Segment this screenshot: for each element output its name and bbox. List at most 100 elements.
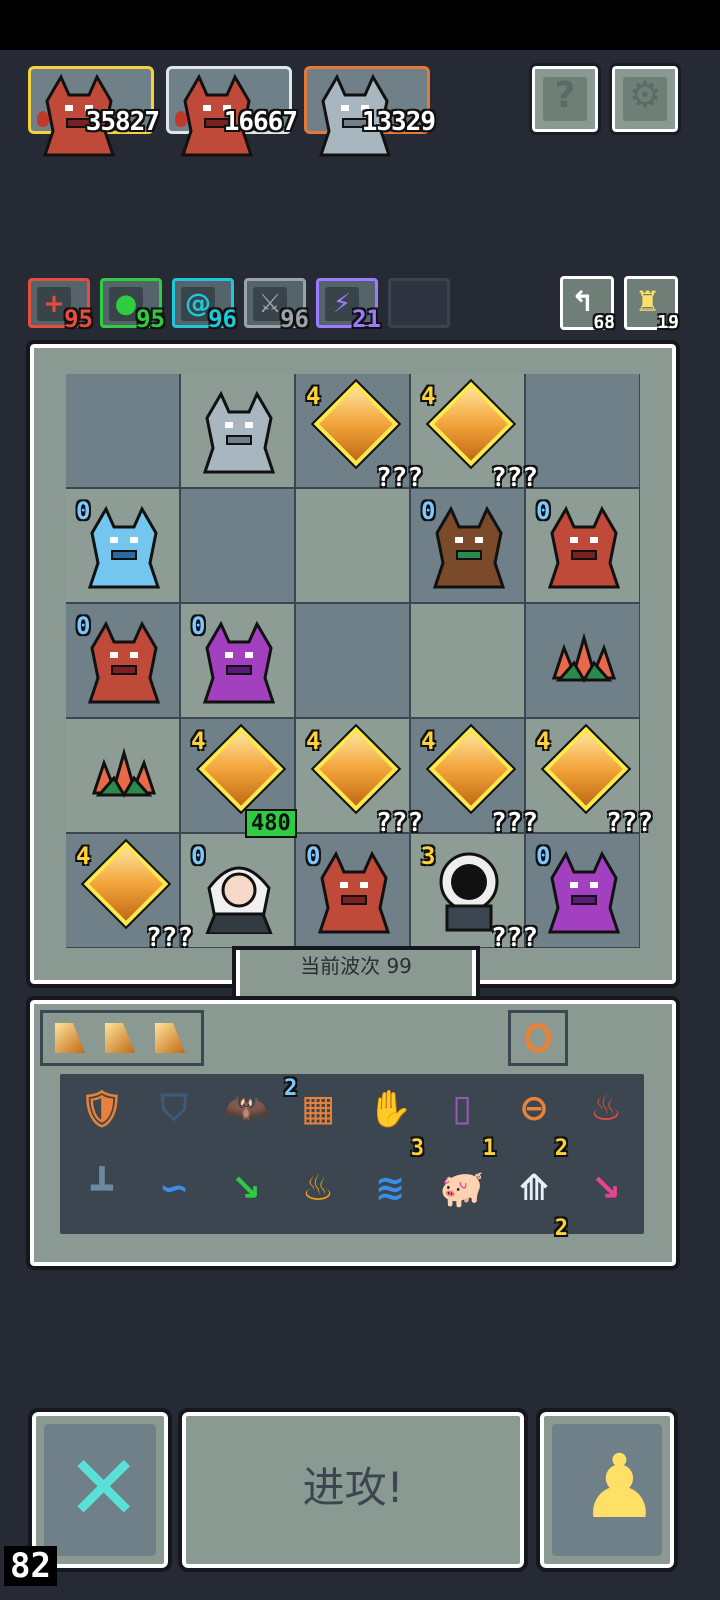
board-cell[interactable]: 4??? xyxy=(296,719,423,838)
score-value: 35827 xyxy=(85,107,160,137)
board-cell[interactable] xyxy=(181,489,294,602)
board-cell[interactable]: 4??? xyxy=(296,374,423,493)
item-glyph: ✋ xyxy=(367,1089,413,1130)
gear-icon: ⚙ xyxy=(628,75,662,116)
item-glyph: 🐖 xyxy=(439,1169,485,1210)
board-cell[interactable]: 4??? xyxy=(411,374,538,493)
fire-scroll-icon[interactable]: ▦ 2 xyxy=(284,1078,346,1144)
wave-icon[interactable]: ∽ xyxy=(146,1168,202,1224)
inventory-grid: 🛡 ⛉ 🦇 ▦ 2 ✋ 3 ▯ 1 ⊖ 2 ♨ ┻ ∽ ↘ ♨ ≋ 🐖 ⟰ 2 ↘ xyxy=(60,1074,644,1240)
wind-icon[interactable]: ≋ xyxy=(362,1168,418,1224)
ice-demon-icon xyxy=(84,503,164,589)
item-glyph: ⛉ xyxy=(160,1088,188,1129)
item-glyph: ↘ xyxy=(590,1168,622,1209)
cancel-button[interactable]: ✕ xyxy=(28,1408,172,1572)
item-count: 2 xyxy=(554,1136,568,1161)
tab-gems[interactable] xyxy=(40,1010,204,1066)
board-cell[interactable] xyxy=(66,719,179,832)
board-cell[interactable] xyxy=(296,489,409,602)
attack-button[interactable]: 进攻! xyxy=(178,1408,528,1572)
jar-icon[interactable]: ▯ 1 xyxy=(434,1088,496,1160)
level-badge: 4 xyxy=(306,382,321,410)
recycle-counter[interactable]: ↰ 68 xyxy=(560,276,615,333)
board-cell[interactable]: 0 xyxy=(411,489,524,602)
level-badge: 0 xyxy=(76,612,91,640)
key-counter[interactable]: ♜ 19 xyxy=(624,276,679,333)
armor-icon[interactable]: 🛡 xyxy=(74,1088,130,1144)
crystal-plant-icon xyxy=(544,618,624,704)
settings-button[interactable]: ⚙ xyxy=(609,63,681,135)
item-count: 1 xyxy=(482,1136,496,1161)
item-glyph: ♨ xyxy=(301,1168,335,1209)
board-cell[interactable]: 4??? xyxy=(526,719,653,838)
level-badge: 4 xyxy=(76,842,91,870)
gem-icon xyxy=(195,723,287,815)
score-value: 16667 xyxy=(223,107,298,137)
item-count: 3 xyxy=(410,1136,424,1161)
attack-label: 进攻! xyxy=(302,1463,404,1512)
score-card[interactable]: 13329 xyxy=(304,66,436,157)
joystick-icon[interactable]: ┻ xyxy=(74,1168,130,1224)
arrow-icon[interactable]: ↘ xyxy=(218,1168,274,1224)
stat-value: 96 xyxy=(208,305,237,333)
item-glyph: ▯ xyxy=(452,1088,472,1129)
stat-badge[interactable]: ⚔ 96 xyxy=(244,278,309,333)
board-cell[interactable] xyxy=(526,374,639,487)
board-cell[interactable] xyxy=(411,604,524,717)
stone-golem-icon xyxy=(199,388,279,474)
board-cell[interactable]: 0 xyxy=(296,834,409,947)
gem-icon xyxy=(425,378,517,470)
board-cell[interactable]: 0 xyxy=(181,834,294,947)
gem-slot-icon xyxy=(105,1023,135,1053)
board-cell[interactable] xyxy=(181,374,294,487)
pig-icon[interactable]: 🐖 xyxy=(434,1168,490,1224)
item-glyph: 🛡 xyxy=(79,1089,125,1130)
level-badge: 0 xyxy=(76,497,91,525)
tab-rings[interactable] xyxy=(508,1010,568,1066)
bat-icon[interactable]: 🦇 xyxy=(218,1088,274,1144)
pawn-icon: ♟ xyxy=(580,1435,659,1538)
pink-arrow-icon[interactable]: ↘ xyxy=(578,1168,634,1224)
level-badge: 0 xyxy=(536,497,551,525)
board-cell[interactable]: 0 xyxy=(66,604,179,717)
stat-badge[interactable]: ⚡ 21 xyxy=(316,278,381,333)
item-glyph: ┻ xyxy=(91,1168,113,1209)
wing-icon[interactable]: ⟰ 2 xyxy=(506,1168,568,1240)
blood-drop-icon xyxy=(175,111,187,127)
level-badge: 4 xyxy=(191,727,206,755)
red-dragon-icon xyxy=(314,848,394,934)
board-cell[interactable] xyxy=(296,604,409,717)
ring-icon xyxy=(525,1023,551,1053)
board-cell[interactable]: 4??? xyxy=(411,719,538,838)
shield-icon[interactable]: ⛉ xyxy=(146,1088,202,1144)
fire-tile-icon[interactable]: ♨ xyxy=(578,1088,634,1144)
board-cell[interactable]: 3??? xyxy=(411,834,538,953)
stat-value: 95 xyxy=(64,305,93,333)
board-cell[interactable]: 4 480 xyxy=(181,719,297,838)
stat-slot-empty xyxy=(388,278,450,328)
board-cell[interactable] xyxy=(526,604,639,717)
stat-badge[interactable]: ● 95 xyxy=(100,278,165,333)
blood-drop-icon xyxy=(37,111,49,127)
help-button[interactable]: ? xyxy=(529,63,601,135)
item-count: 2 xyxy=(284,1076,298,1101)
board-cell[interactable] xyxy=(66,374,179,487)
board-cell[interactable]: 0 xyxy=(181,604,294,717)
board-cell[interactable]: 0 xyxy=(526,489,639,602)
board-cell[interactable]: 0 xyxy=(526,834,639,947)
board-cell[interactable]: 4??? xyxy=(66,834,193,953)
level-badge: 3 xyxy=(421,842,436,870)
fps-counter: 82 xyxy=(4,1546,57,1586)
score-card[interactable]: 16667 xyxy=(166,66,298,157)
ring-icon[interactable]: ⊖ 2 xyxy=(506,1088,568,1160)
purple-dragon-icon xyxy=(199,618,279,704)
claw-icon[interactable]: ✋ 3 xyxy=(362,1088,424,1160)
stat-badge[interactable]: @ 96 xyxy=(172,278,237,333)
status-bar xyxy=(0,0,720,50)
board-cell[interactable]: 0 xyxy=(66,489,179,602)
score-card[interactable]: 35827 xyxy=(28,66,160,157)
item-glyph: ↘ xyxy=(230,1168,262,1209)
stat-badge[interactable]: + 95 xyxy=(28,278,93,333)
flame-tile-icon[interactable]: ♨ xyxy=(290,1168,346,1224)
hero-button[interactable]: ♟ xyxy=(536,1408,678,1572)
